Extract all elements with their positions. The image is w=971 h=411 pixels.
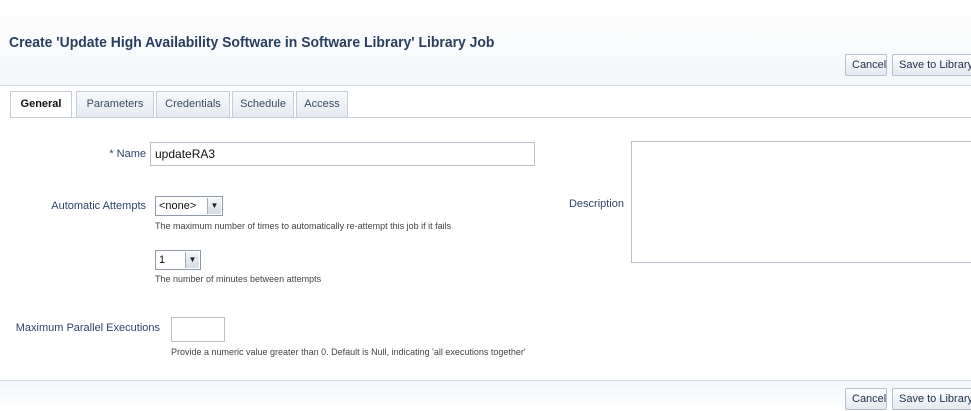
save-to-library-button-top[interactable]: Save to Library — [892, 54, 971, 76]
automatic-attempts-hint: The maximum number of times to automatic… — [155, 221, 452, 231]
automatic-attempts-select[interactable]: <none> ▼ — [155, 196, 223, 216]
name-label-text: Name — [116, 148, 146, 160]
max-parallel-label: Maximum Parallel Executions — [15, 322, 160, 334]
save-to-library-button-bottom[interactable]: Save to Library — [892, 388, 971, 410]
required-marker: * — [109, 148, 114, 160]
chevron-down-icon: ▼ — [185, 252, 199, 268]
tab-general[interactable]: General — [10, 91, 72, 118]
tab-parameters[interactable]: Parameters — [76, 91, 154, 117]
tab-access[interactable]: Access — [296, 91, 348, 117]
description-textarea[interactable] — [631, 141, 971, 263]
max-parallel-hint: Provide a numeric value greater than 0. … — [171, 347, 526, 357]
tab-schedule[interactable]: Schedule — [232, 91, 294, 117]
max-parallel-input[interactable] — [171, 317, 225, 342]
cancel-button-bottom[interactable]: Cancel — [845, 388, 887, 410]
cancel-button-top[interactable]: Cancel — [845, 54, 887, 76]
tab-credentials[interactable]: Credentials — [156, 91, 230, 117]
automatic-attempts-value: <none> — [159, 200, 197, 212]
description-label: Description — [568, 198, 624, 210]
page-title: Create 'Update High Availability Softwar… — [9, 34, 495, 51]
minutes-between-select[interactable]: 1 ▼ — [155, 250, 201, 270]
automatic-attempts-label: Automatic Attempts — [51, 200, 146, 212]
chevron-down-icon: ▼ — [207, 198, 221, 214]
page-header: Create 'Update High Availability Softwar… — [0, 0, 971, 86]
tab-divider — [10, 117, 971, 118]
page-footer — [0, 380, 971, 411]
minutes-between-value: 1 — [159, 254, 166, 266]
name-label: * Name — [60, 148, 146, 160]
name-input[interactable]: updateRA3 — [150, 142, 535, 166]
minutes-between-hint: The number of minutes between attempts — [155, 274, 322, 284]
